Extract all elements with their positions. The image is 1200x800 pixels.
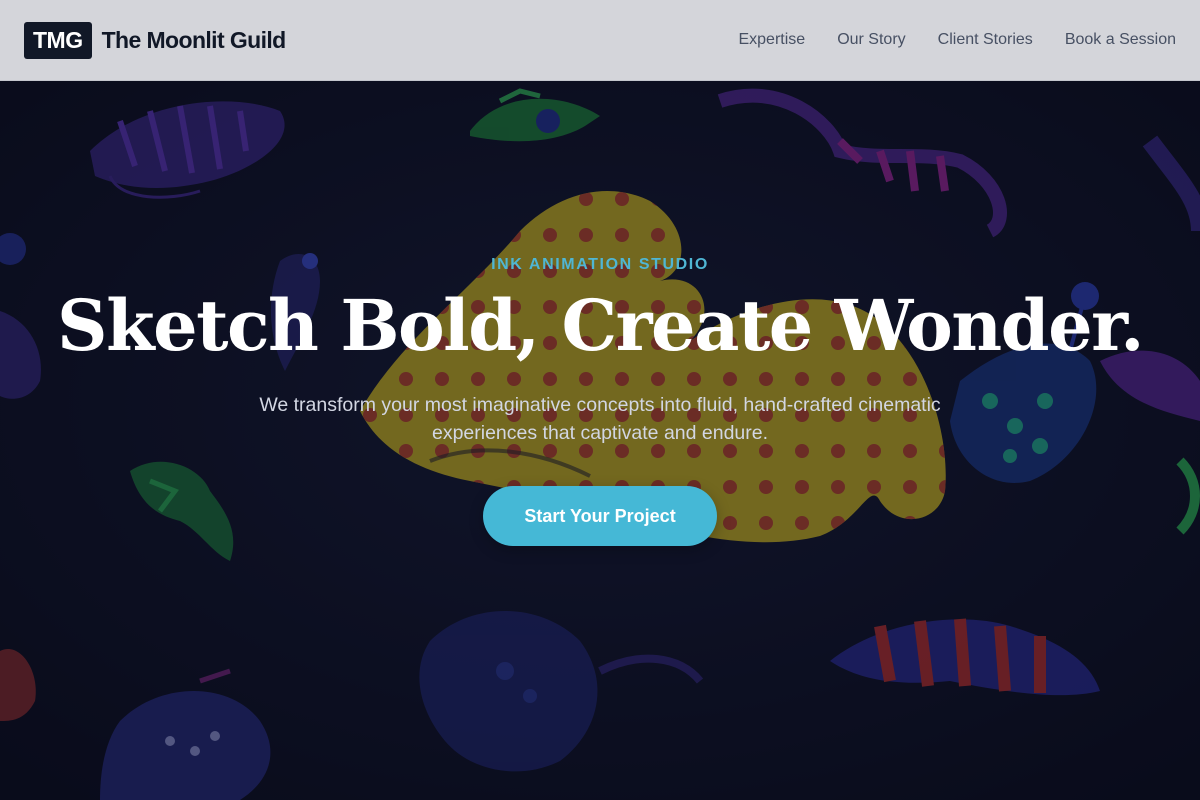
- brand-name[interactable]: The Moonlit Guild: [102, 27, 287, 54]
- hero-eyebrow: INK ANIMATION STUDIO: [491, 256, 709, 273]
- brand[interactable]: TMG The Moonlit Guild: [24, 21, 287, 59]
- nav-link-expertise[interactable]: Expertise: [738, 31, 805, 49]
- main-nav: Expertise Our Story Client Stories Book …: [706, 31, 1176, 49]
- hero-headline: Sketch Bold, Create Wonder.: [57, 284, 1144, 367]
- hero-subtext: We transform your most imaginative conce…: [259, 394, 941, 444]
- nav-link-client-stories[interactable]: Client Stories: [938, 31, 1033, 49]
- logo-badge[interactable]: TMG: [24, 21, 92, 59]
- nav-link-our-story[interactable]: Our Story: [837, 31, 905, 49]
- start-project-button[interactable]: Start Your Project: [483, 486, 717, 546]
- nav-link-book-a-session[interactable]: Book a Session: [1065, 31, 1176, 49]
- site-header: TMG The Moonlit Guild Expertise Our Stor…: [0, 0, 1200, 81]
